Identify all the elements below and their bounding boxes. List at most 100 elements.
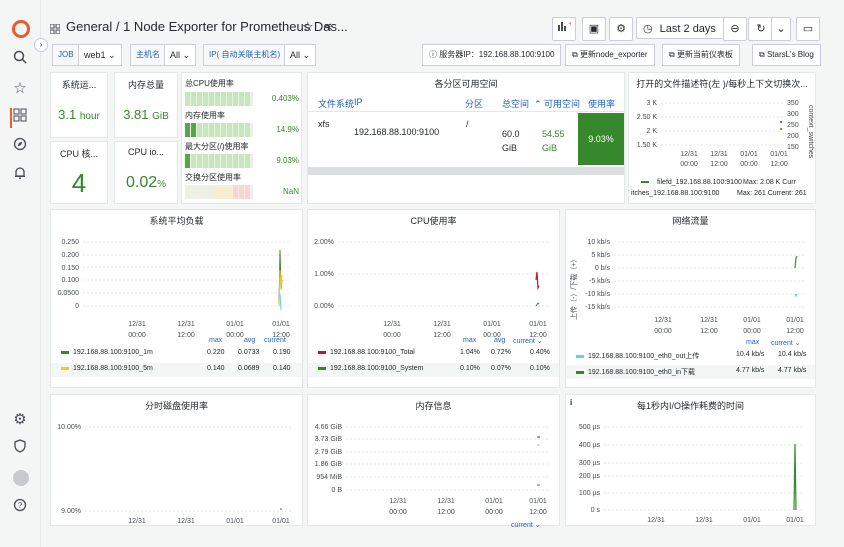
cpu-cores-title: CPU 核... <box>59 149 98 159</box>
starred-icon[interactable]: ☆ <box>10 79 30 99</box>
fd-ytick-right: 150 <box>787 144 799 151</box>
blog-link[interactable]: ⧉ StarsL's Blog <box>752 44 821 66</box>
cell-avail: 54.55 GiB <box>542 129 565 153</box>
update-dashboard-link[interactable]: ⧉ 更新当前仪表板 <box>662 44 740 66</box>
svg-text:00:00: 00:00 <box>740 161 758 168</box>
memory-total-stat-panel[interactable]: 内存总量 3.81 GiB <box>114 72 178 138</box>
file-descriptor-panel[interactable]: 打开的文件描述符(左 )/每秒上下文切换次... 3 K 2.50 K 2 K … <box>628 72 816 204</box>
ip-select[interactable]: All ⌄ <box>284 44 317 66</box>
svg-text:00:00: 00:00 <box>680 161 698 168</box>
col-total[interactable]: 总空间 <box>502 97 529 110</box>
job-select[interactable]: web1 ⌄ <box>78 44 122 66</box>
gauge-label-memory: 内存使用率 <box>185 111 225 120</box>
network-traffic-panel[interactable]: 网络流量 上传（-）/下载（+） 10 kb/s 5 kb/s 0 b/s -5… <box>565 209 816 388</box>
cpu-iowait-stat-panel[interactable]: CPU io... 0.02% <box>114 141 178 204</box>
mem-ytick: 4.66 GiB <box>315 424 343 431</box>
dashboards-grid-icon <box>49 21 61 39</box>
dashboard-settings-icon[interactable]: ⚙ <box>609 17 633 41</box>
share-icon[interactable]: ⋖ <box>323 20 332 33</box>
svg-text:01/01: 01/01 <box>740 151 758 158</box>
memory-info-panel[interactable]: 内存信息 4.66 GiB 3.73 GiB 2.79 GiB 1.86 GiB… <box>307 394 560 529</box>
cell-total: 60.0 GiB <box>502 129 520 153</box>
svg-text:00:00: 00:00 <box>743 328 761 335</box>
save-dashboard-icon[interactable]: ▣ <box>582 17 606 41</box>
uptime-stat-panel[interactable]: 系统运... 3.1 hour <box>50 72 108 138</box>
disk-usage-time-panel[interactable]: 分时磁盘使用率 10.00% 9.00% 12/31 12/31 01/01 01/0… <box>50 394 303 526</box>
svg-text:12:00: 12:00 <box>786 328 804 335</box>
load-legend-row[interactable]: 192.168.88.100:9100_5m 0.140 0.0689 0.14… <box>51 363 302 377</box>
net-ytick: -10 kb/s <box>585 291 610 298</box>
cpu-usage-panel[interactable]: CPU使用率 2.00% 1.00% 0.00% 12/31 00:00 12/3… <box>307 209 560 388</box>
net-legend-row[interactable]: 192.168.88.100:9100_eth0_out上传 10.4 kb/s… <box>566 351 815 365</box>
search-icon[interactable] <box>10 50 30 70</box>
table-scrollbar[interactable] <box>308 167 624 175</box>
disk-usage-ytick: 9.00% <box>61 508 81 515</box>
explore-icon[interactable] <box>10 137 30 157</box>
bar-gauge-panel[interactable]: 总CPU使用率 0.403% 内存使用率 14.9% 最大分区(/)使用率 9.… <box>181 72 302 204</box>
settings-gear-icon[interactable]: ⚙ <box>10 410 30 430</box>
zoom-out-icon[interactable]: ⊖ <box>723 17 747 41</box>
col-mount[interactable]: 分区 <box>465 97 483 110</box>
fd-legend-stat: Max: 261 Current: 261 <box>737 190 807 197</box>
net-ytick: 10 kb/s <box>587 239 610 246</box>
time-range-picker[interactable]: ◷ Last 2 days ⌄ <box>636 17 726 57</box>
load-legend-row[interactable]: 192.168.88.100:9100_1m 0.220 0.0733 0.19… <box>51 349 302 363</box>
cpu-legend-row[interactable]: 192.168.88.100:9100_Total 1.04% 0.72% 0.… <box>308 349 559 363</box>
col-avail[interactable]: ⌃ 可用空间 <box>534 97 580 110</box>
svg-text:12/31: 12/31 <box>654 317 672 324</box>
host-select[interactable]: All ⌄ <box>164 44 197 66</box>
fd-chart: 3 K 2.50 K 2 K 1.50 K 350 300 250 200 15… <box>631 100 814 197</box>
io-ytick: 300 µs <box>579 460 601 467</box>
time-range-label: Last 2 days <box>659 23 716 35</box>
disk-usage-ytick: 10.00% <box>57 424 81 431</box>
update-exporter-link[interactable]: ⧉ 更新node_exporter <box>565 44 655 66</box>
svg-text:01/01: 01/01 <box>272 518 290 525</box>
fd-ytick: 2.50 K <box>637 114 658 121</box>
gauge-value-cpu: 0.403% <box>271 94 299 103</box>
grafana-logo-icon[interactable] <box>12 20 30 38</box>
mem-legend-current[interactable]: current ⌄ <box>511 521 541 529</box>
col-fs[interactable]: 文件系统 <box>318 97 354 110</box>
dashboards-icon[interactable] <box>10 108 30 128</box>
svg-text:12/31: 12/31 <box>710 151 728 158</box>
svg-text:00:00: 00:00 <box>389 509 407 516</box>
tv-mode-icon[interactable]: ▭ <box>796 17 820 41</box>
user-avatar[interactable] <box>13 470 29 486</box>
disk-table-row[interactable]: xfs 192.168.88.100:9100 / 60.0 GiB 54.55… <box>308 113 624 165</box>
svg-text:01/01: 01/01 <box>529 321 547 328</box>
shield-icon[interactable] <box>10 439 30 459</box>
add-panel-button[interactable]: + <box>552 17 576 41</box>
fd-legend-name: filefd_192.168.88.100:9100 <box>657 179 742 186</box>
svg-text:01/01: 01/01 <box>226 518 244 525</box>
svg-text:01/01: 01/01 <box>786 317 804 324</box>
col-used[interactable]: 使用率 <box>588 97 615 110</box>
help-icon[interactable]: ? <box>10 498 30 518</box>
col-ip[interactable]: IP <box>354 97 363 107</box>
svg-text:12:00: 12:00 <box>437 509 455 516</box>
load-ytick: 0.100 <box>61 277 79 284</box>
server-ip-link[interactable]: ⓘ 服务器IP：192.168.88.100:9100 <box>422 44 562 66</box>
fd-ytick-right: 300 <box>787 111 799 118</box>
svg-text:12/31: 12/31 <box>177 321 195 328</box>
refresh-interval-chevron-icon[interactable]: ⌄ <box>771 17 791 41</box>
load-average-panel[interactable]: 系统平均负载 0.250 0.200 0.150 0.100 0.0500 0 … <box>50 209 303 388</box>
favorite-star-icon[interactable]: ☆ <box>302 19 314 35</box>
svg-text:01/01: 01/01 <box>770 151 788 158</box>
cpu-cores-value: 4 <box>71 168 87 198</box>
svg-text:?: ? <box>18 501 23 510</box>
gauge-value-swap: NaN <box>282 187 299 196</box>
memory-value: 3.81 GiB <box>123 107 169 122</box>
disk-space-table-panel[interactable]: 各分区可用空间 文件系统 IP 分区 总空间 ⌃ 可用空间 使用率 xfs 19… <box>307 72 625 204</box>
svg-text:12/31: 12/31 <box>680 151 698 158</box>
net-legend-row[interactable]: 192.168.88.100:9100_eth0_in下载 4.77 kb/s … <box>566 365 815 379</box>
mem-ytick: 0 B <box>331 487 342 494</box>
fd-legend-name: itches_192.168.88.100:9100 <box>631 190 719 197</box>
alerting-bell-icon[interactable] <box>10 166 30 186</box>
cpu-ytick: 2.00% <box>314 239 334 246</box>
fd-title: 打开的文件描述符(左 )/每秒上下文切换次... <box>636 79 808 89</box>
io-time-panel[interactable]: i 每1秒内I/O操作耗费的时间 500 µs 400 µs 300 µs 20… <box>565 394 816 526</box>
fd-ytick: 3 K <box>646 100 657 107</box>
cpu-legend-row[interactable]: 192.168.88.100:9100_System 0.10% 0.07% 0… <box>308 363 559 377</box>
cpu-cores-stat-panel[interactable]: CPU 核... 4 <box>50 141 108 204</box>
memory-title: 内存总量 <box>127 80 164 90</box>
